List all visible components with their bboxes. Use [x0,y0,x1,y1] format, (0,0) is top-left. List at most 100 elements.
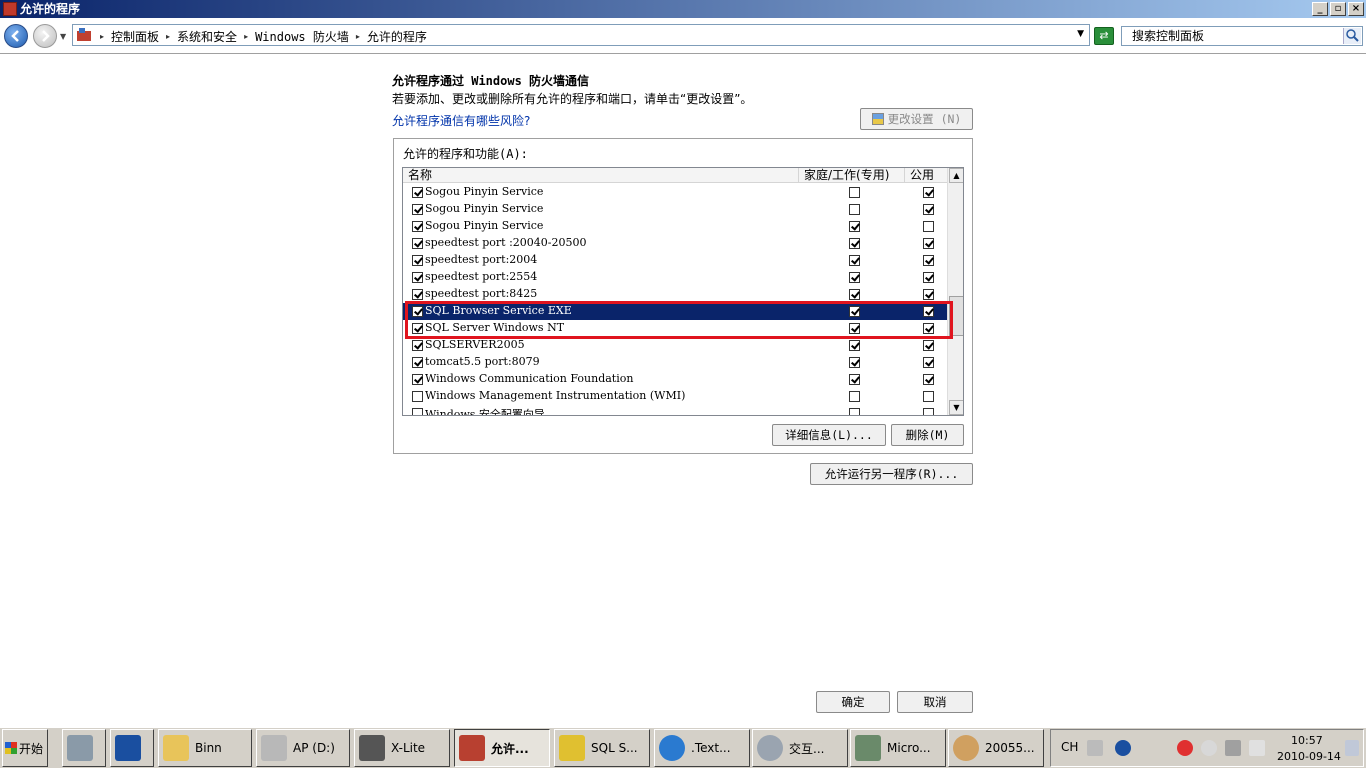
taskbar-task-xlite[interactable]: X-Lite [354,729,450,767]
chevron-right-icon[interactable]: ▸ [356,32,360,41]
public-checkbox[interactable] [923,255,934,266]
search-icon[interactable] [1343,28,1361,44]
close-button[interactable]: × [1348,2,1364,16]
programs-list[interactable]: 名称 家庭/工作(专用) 公用 Sogou Pinyin Service Sogo… [402,167,964,416]
ime-options-icon[interactable] [1141,740,1151,756]
forward-button[interactable] [33,24,57,48]
home-work-checkbox[interactable] [849,391,860,402]
column-header-public[interactable]: 公用 [905,168,947,183]
search-box[interactable] [1121,26,1363,46]
back-button[interactable] [4,24,28,48]
taskbar-task-sql[interactable]: SQL S... [554,729,650,767]
column-header-name[interactable]: 名称 [403,168,799,183]
change-settings-button[interactable]: 更改设置 (N) [860,108,973,130]
show-hidden-icons-chevron-icon[interactable] [1159,740,1169,756]
enable-checkbox[interactable] [412,221,423,232]
enable-checkbox[interactable] [412,391,423,402]
taskbar-task-ie[interactable]: .Text... [654,729,750,767]
taskbar-task-drive-d[interactable]: AP (D:) [256,729,350,767]
enable-checkbox[interactable] [412,289,423,300]
public-checkbox[interactable] [923,272,934,283]
ok-button[interactable]: 确定 [816,691,890,713]
enable-checkbox[interactable] [412,204,423,215]
delete-button[interactable]: 删除(M) [891,424,964,446]
chevron-right-icon[interactable]: ▸ [166,32,170,41]
column-header-home-work[interactable]: 家庭/工作(专用) [799,168,905,183]
public-checkbox[interactable] [923,391,934,402]
home-work-checkbox[interactable] [849,289,860,300]
taskbar-task-paint[interactable]: 20055... [948,729,1044,767]
enable-checkbox[interactable] [412,187,423,198]
taskbar-server-manager[interactable] [62,729,106,767]
public-checkbox[interactable] [923,204,934,215]
enable-checkbox[interactable] [412,408,423,415]
vertical-scrollbar[interactable]: ▲ ▼ [947,168,963,415]
breadcrumb-item-allowed-programs[interactable]: 允许的程序 [367,28,427,45]
home-work-checkbox[interactable] [849,238,860,249]
table-row[interactable]: speedtest port :20040-20500 [403,235,947,252]
breadcrumb-item-system-security[interactable]: 系统和安全 [177,28,237,45]
search-input[interactable] [1122,27,1342,45]
breadcrumb[interactable]: ▸ 控制面板 ▸ 系统和安全 ▸ Windows 防火墙 ▸ 允许的程序 ▼ [72,24,1090,46]
taskbar-task-allowed-programs[interactable]: 允许... [454,729,550,767]
enable-checkbox[interactable] [412,340,423,351]
restore-button[interactable]: ▫ [1330,2,1346,16]
address-dropdown-icon[interactable]: ▼ [1077,29,1084,39]
enable-checkbox[interactable] [412,357,423,368]
chevron-right-icon[interactable]: ▸ [100,32,104,41]
action-center-flag-icon[interactable] [1249,740,1265,756]
public-checkbox[interactable] [923,289,934,300]
home-work-checkbox[interactable] [849,408,860,415]
public-checkbox[interactable] [923,187,934,198]
help-icon[interactable] [1115,740,1131,756]
table-row[interactable]: speedtest port:2554 [403,269,947,286]
refresh-button[interactable]: ⇄ [1094,27,1114,45]
table-row[interactable]: Windows Communication Foundation [403,371,947,388]
table-row[interactable]: Windows 安全配置向导 [403,405,947,415]
keyboard-icon[interactable] [1087,740,1103,756]
allow-another-program-button[interactable]: 允许运行另一程序(R)... [810,463,973,485]
table-row[interactable]: Sogou Pinyin Service [403,218,947,235]
public-checkbox[interactable] [923,221,934,232]
network-icon[interactable] [1225,740,1241,756]
risks-help-link[interactable]: 允许程序通信有哪些风险? [392,112,530,129]
cancel-button[interactable]: 取消 [897,691,973,713]
home-work-checkbox[interactable] [849,255,860,266]
antivirus-icon[interactable] [1177,740,1193,756]
minimize-button[interactable]: _ [1312,2,1328,16]
volume-muted-icon[interactable] [1201,740,1217,756]
table-row[interactable]: Sogou Pinyin Service [403,201,947,218]
taskbar-powershell[interactable] [110,729,154,767]
start-button[interactable]: 开始 [2,729,48,767]
home-work-checkbox[interactable] [849,340,860,351]
public-checkbox[interactable] [923,357,934,368]
chevron-right-icon[interactable]: ▸ [244,32,248,41]
table-row[interactable]: Sogou Pinyin Service [403,184,947,201]
public-checkbox[interactable] [923,374,934,385]
public-checkbox[interactable] [923,238,934,249]
home-work-checkbox[interactable] [849,272,860,283]
home-work-checkbox[interactable] [849,204,860,215]
table-row[interactable]: SQLSERVER2005 [403,337,947,354]
clock-date[interactable]: 2010-09-14 [1277,750,1341,763]
public-checkbox[interactable] [923,340,934,351]
language-indicator[interactable]: CH [1061,740,1078,754]
clock-time[interactable]: 10:57 [1291,734,1323,747]
table-row[interactable]: speedtest port:2004 [403,252,947,269]
home-work-checkbox[interactable] [849,357,860,368]
details-button[interactable]: 详细信息(L)... [772,424,886,446]
enable-checkbox[interactable] [412,272,423,283]
taskbar-task-microsoft[interactable]: Micro... [850,729,946,767]
breadcrumb-item-windows-firewall[interactable]: Windows 防火墙 [255,28,349,45]
scroll-up-icon[interactable]: ▲ [949,168,963,183]
recent-pages-chevron-icon[interactable]: ▼ [60,32,68,41]
table-row[interactable]: Windows Management Instrumentation (WMI) [403,388,947,405]
enable-checkbox[interactable] [412,255,423,266]
enable-checkbox[interactable] [412,238,423,249]
enable-checkbox[interactable] [412,374,423,385]
table-row[interactable]: tomcat5.5 port:8079 [403,354,947,371]
scroll-down-icon[interactable]: ▼ [949,400,963,415]
home-work-checkbox[interactable] [849,221,860,232]
home-work-checkbox[interactable] [849,187,860,198]
home-work-checkbox[interactable] [849,374,860,385]
